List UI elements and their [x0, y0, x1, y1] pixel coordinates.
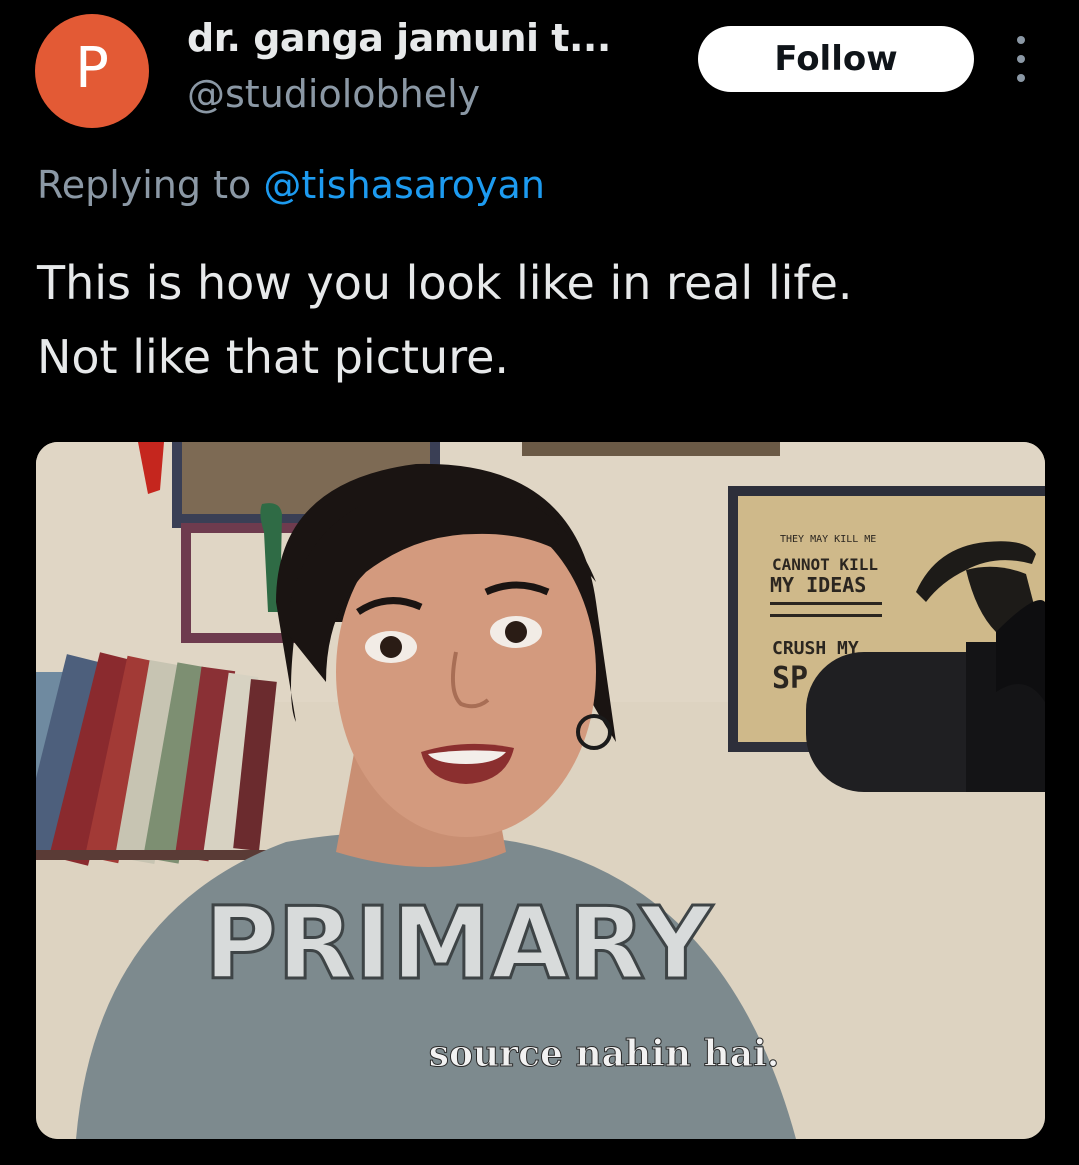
avatar[interactable]: P: [35, 14, 149, 128]
caption-sub: source nahin hai.: [429, 1033, 780, 1075]
reply-target-handle[interactable]: @tishasaroyan: [263, 163, 545, 207]
tweet-text-line: Not like that picture.: [37, 330, 510, 384]
poster-line: SP: [772, 661, 808, 696]
caption-primary: PRIMARY: [204, 885, 714, 1002]
books: [36, 652, 296, 866]
tweet-media-image[interactable]: THEY MAY KILL ME CANNOT KILL MY IDEAS CR…: [36, 442, 1045, 1139]
replying-to: Replying to @tishasaroyan: [37, 163, 545, 207]
replying-to-label: Replying to: [37, 163, 264, 207]
poster-line: THEY MAY KILL ME: [780, 534, 876, 545]
avatar-letter: P: [75, 36, 109, 101]
follow-button[interactable]: Follow: [698, 26, 974, 92]
tweet: P dr. ganga jamuni t... @studiolobhely F…: [0, 0, 1079, 1165]
tweet-text: This is how you look like in real life. …: [37, 246, 1047, 394]
author-handle[interactable]: @studiolobhely: [187, 72, 480, 116]
tweet-text-line: This is how you look like in real life.: [37, 256, 853, 310]
more-vertical-icon[interactable]: [1003, 36, 1039, 82]
video-frame: THEY MAY KILL ME CANNOT KILL MY IDEAS CR…: [36, 442, 1045, 1139]
poster-line: CANNOT KILL: [772, 555, 878, 574]
author-display-name[interactable]: dr. ganga jamuni t...: [187, 16, 611, 60]
poster-line: MY IDEAS: [770, 573, 866, 597]
